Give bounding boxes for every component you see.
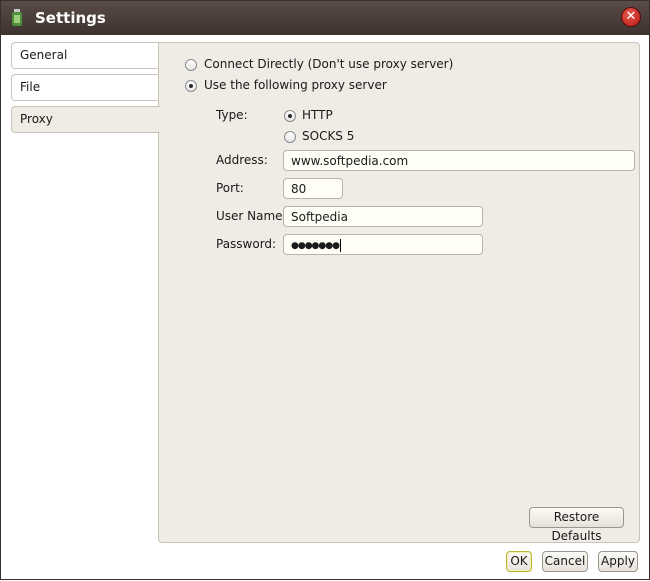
app-icon (12, 9, 22, 26)
text-caret (339, 239, 341, 252)
settings-window: Settings ✕ General File Proxy Connect Di… (0, 0, 650, 580)
connect-directly-radio[interactable] (185, 59, 197, 71)
sidebar-item-label: General (20, 48, 68, 62)
port-label: Port: (216, 181, 244, 195)
cancel-button[interactable]: Cancel (542, 551, 588, 572)
port-input[interactable]: 80 (283, 178, 343, 199)
address-label: Address: (216, 153, 268, 167)
connect-directly-label[interactable]: Connect Directly (Don't use proxy server… (204, 57, 453, 71)
close-button[interactable]: ✕ (621, 7, 641, 27)
ok-button[interactable]: OK (506, 551, 532, 572)
password-label: Password: (216, 237, 277, 251)
sidebar-item-file[interactable]: File (11, 74, 161, 101)
use-proxy-radio[interactable] (185, 80, 197, 92)
password-input[interactable]: ●●●●●●● (283, 234, 483, 255)
http-label[interactable]: HTTP (302, 108, 333, 122)
use-proxy-label[interactable]: Use the following proxy server (204, 78, 387, 92)
username-input[interactable]: Softpedia (283, 206, 483, 227)
title-bar[interactable]: Settings ✕ (1, 1, 649, 35)
password-mask: ●●●●●●● (291, 241, 340, 251)
apply-button[interactable]: Apply (598, 551, 638, 572)
address-input[interactable]: www.softpedia.com (283, 150, 635, 171)
socks5-label[interactable]: SOCKS 5 (302, 129, 354, 143)
type-label: Type: (216, 108, 248, 122)
socks5-radio[interactable] (284, 131, 296, 143)
username-label: User Name: (216, 209, 287, 223)
sidebar-item-general[interactable]: General (11, 42, 161, 69)
sidebar-item-label: Proxy (20, 112, 53, 126)
http-radio[interactable] (284, 110, 296, 122)
restore-defaults-button[interactable]: Restore Defaults (529, 507, 624, 543)
window-title: Settings (35, 9, 106, 27)
sidebar-item-label: File (20, 80, 41, 94)
sidebar-item-proxy[interactable]: Proxy (11, 106, 160, 133)
